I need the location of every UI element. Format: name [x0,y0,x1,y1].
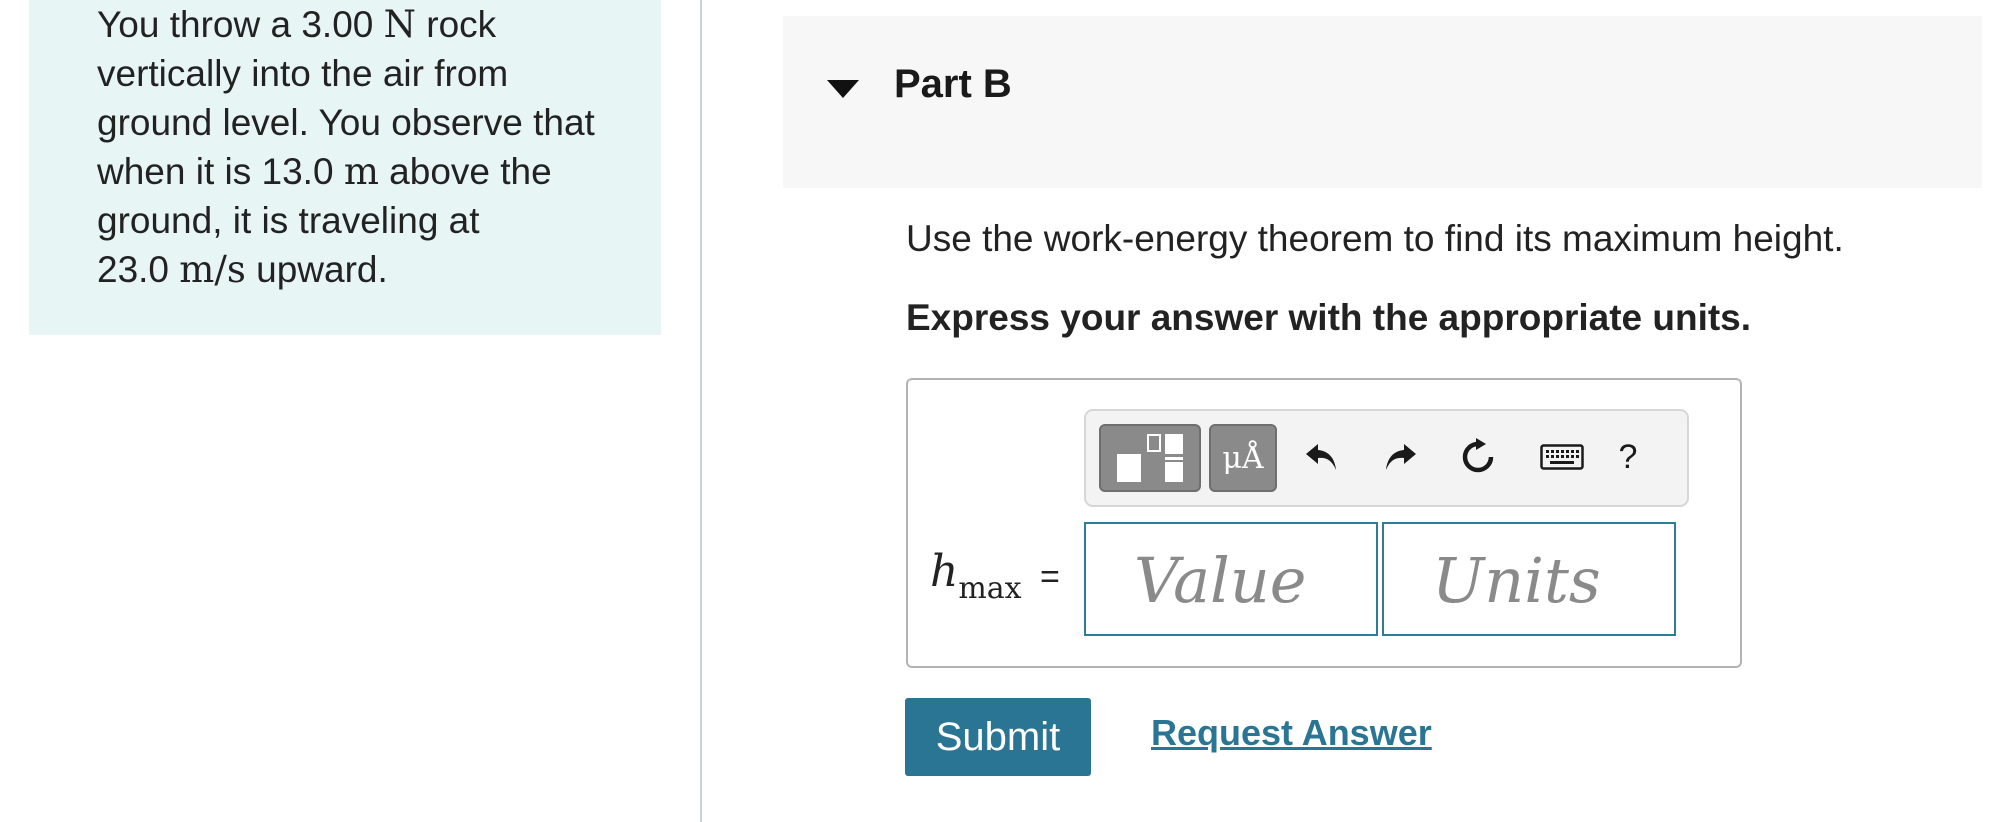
value-input[interactable]: Value [1084,522,1378,636]
redo-icon[interactable] [1378,435,1422,479]
part-title: Part B [894,62,1012,106]
math-toolbar: μÅ ? [1084,409,1689,507]
templates-button[interactable] [1099,424,1201,492]
unit-meter: m [343,150,379,193]
templates-icon [1115,432,1185,484]
units-button[interactable]: μÅ [1209,424,1277,492]
column-divider [700,0,702,822]
variable-label: hmax [930,546,1022,606]
problem-line-3: ground level. You observe that [97,102,595,143]
problem-line-2: vertically into the air from [97,53,509,94]
unit-newton: N [383,3,416,46]
variable-subscript: max [958,571,1022,606]
problem-line-1: You throw a 3.00 N rock [97,3,497,46]
unit-meters-per-second: m/s [179,248,246,291]
question-instruction: Use the work-energy theorem to find its … [906,218,1844,259]
problem-line-4: when it is 13.0 m above the [97,150,552,193]
part-header[interactable]: Part B [783,16,1982,188]
problem-line-5: ground, it is traveling at [97,200,480,241]
problem-statement-text: You throw a 3.00 N rock vertically into … [97,0,657,294]
collapse-caret-icon[interactable] [827,80,859,98]
submit-button[interactable]: Submit [905,698,1091,776]
problem-statement-panel: You throw a 3.00 N rock vertically into … [29,0,661,335]
answer-format-instruction: Express your answer with the appropriate… [906,297,1752,338]
units-input[interactable]: Units [1382,522,1676,636]
equals-sign: = [1040,558,1060,596]
undo-icon[interactable] [1300,435,1344,479]
keyboard-icon[interactable] [1534,435,1590,479]
request-answer-link[interactable]: Request Answer [1151,712,1432,754]
reset-icon[interactable] [1456,435,1500,479]
help-button[interactable]: ? [1606,435,1650,479]
problem-line-6: 23.0 m/s upward. [97,248,388,291]
answer-box: μÅ ? hmax = Value Units [906,378,1742,668]
